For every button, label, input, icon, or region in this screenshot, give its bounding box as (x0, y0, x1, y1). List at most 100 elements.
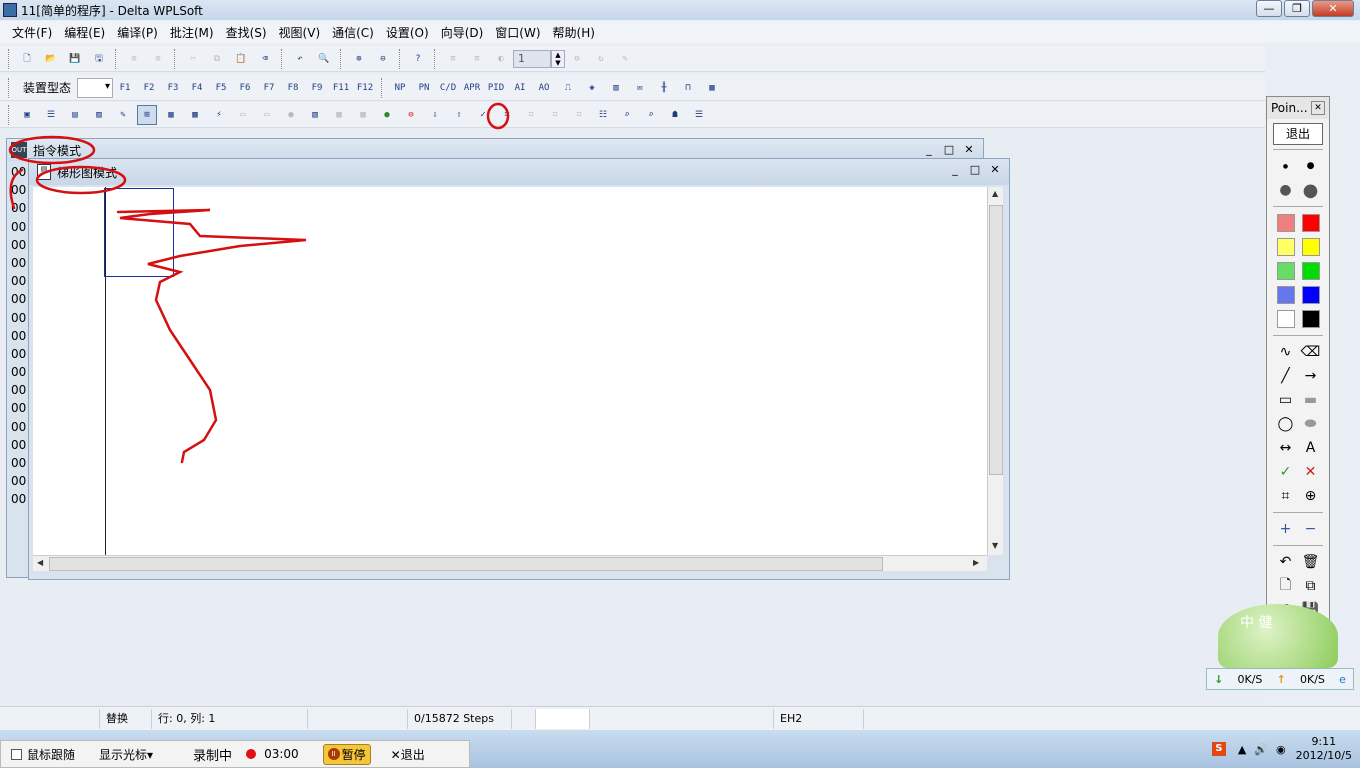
f9-button[interactable]: F9 (307, 78, 327, 98)
device-type-select[interactable] (77, 77, 114, 98)
monitor3-disabled-icon[interactable]: ⌗ (569, 105, 589, 125)
scroll-left-icon[interactable]: ◀ (37, 558, 43, 567)
toolbar-grip[interactable] (8, 104, 11, 125)
bulb-disabled-icon[interactable]: ● (281, 105, 301, 125)
menu-help[interactable]: 帮助(H) (547, 24, 601, 41)
monitor1-disabled-icon[interactable]: ⌗ (521, 105, 541, 125)
color-swatch[interactable] (1299, 211, 1323, 235)
pen-size-xlarge-icon[interactable]: ● (1299, 178, 1323, 202)
close-button[interactable]: ✕ (987, 162, 1003, 176)
search-replace-icon[interactable]: ⌕ (641, 105, 661, 125)
f4-contact-button[interactable]: F4 (187, 78, 207, 98)
wand-icon[interactable]: ⚡ (209, 105, 229, 125)
vertical-line-icon[interactable]: ╫ (654, 78, 674, 98)
pause-button[interactable]: II 暂停 (322, 743, 371, 765)
np-button[interactable]: NP (390, 78, 410, 98)
cd-button[interactable]: C/D (438, 78, 458, 98)
tray-clock[interactable]: 9:11 2012/10/5 (1296, 735, 1352, 763)
f7-coil-button[interactable]: F7 (259, 78, 279, 98)
maximize-button[interactable]: □ (941, 142, 957, 156)
step-input[interactable]: 1 (513, 49, 551, 68)
color-swatch[interactable] (1274, 283, 1298, 307)
qq-icon[interactable]: ◉ (1276, 743, 1286, 756)
comment-disabled-icon[interactable]: ▭ (233, 105, 253, 125)
paste-icon[interactable]: 📋 (231, 49, 251, 69)
monitor2-disabled-icon[interactable]: ⌗ (545, 105, 565, 125)
arrow-tool-icon[interactable]: → (1299, 364, 1323, 388)
filled-rectangle-icon[interactable]: ▬ (1299, 388, 1323, 412)
redo-disabled-icon[interactable]: ⊘ (148, 49, 168, 69)
zoom-in-icon[interactable]: ⊕ (349, 49, 369, 69)
menu-window[interactable]: 窗口(W) (489, 24, 546, 41)
f12-button[interactable]: F12 (355, 78, 375, 98)
sogou-ime-icon[interactable]: S (1211, 742, 1226, 756)
cut-icon[interactable]: ✂ (183, 49, 203, 69)
minimize-button[interactable]: _ (947, 162, 963, 176)
step-circle-icon[interactable]: ◐ (491, 49, 511, 69)
color-swatch[interactable] (1274, 235, 1298, 259)
vertical-scrollbar[interactable]: ▲ ▼ (987, 187, 1003, 555)
f5-contact-button[interactable]: F5 (211, 78, 231, 98)
color-swatch[interactable] (1299, 259, 1323, 283)
scroll-down-icon[interactable]: ▼ (992, 541, 998, 550)
exit-recorder-button[interactable]: ✕退出 (391, 746, 425, 763)
pen-size-small-icon[interactable]: ● (1274, 154, 1298, 178)
f1-contact-button[interactable]: F1 (115, 78, 135, 98)
ladder-window-titlebar[interactable]: ▤ 梯形图模式 _ □ ✕ (29, 159, 1009, 185)
diamond-icon[interactable]: ◈ (582, 78, 602, 98)
close-button[interactable]: ✕ (1312, 0, 1354, 17)
search-device-icon[interactable]: ⌕ (617, 105, 637, 125)
follow-mouse-checkbox[interactable] (11, 748, 22, 760)
stop-icon[interactable]: ⊖ (401, 105, 421, 125)
ladder-mode-window[interactable]: ▤ 梯形图模式 _ □ ✕ ▲ ▼ ◀ ▶ (28, 158, 1010, 580)
refresh-disabled-icon[interactable]: ↻ (591, 49, 611, 69)
double-arrow-icon[interactable]: ↔ (1274, 436, 1298, 460)
bars-icon[interactable]: ▦ (702, 78, 722, 98)
grid-icon[interactable]: ▥ (606, 78, 626, 98)
check-icon[interactable]: ✓ (473, 105, 493, 125)
filled-ellipse-icon[interactable]: ⬬ (1299, 412, 1323, 436)
ao-button[interactable]: AO (534, 78, 554, 98)
step-up-icon[interactable]: ≡ (443, 49, 463, 69)
close-button[interactable]: ✕ (961, 142, 977, 156)
minus-icon[interactable]: − (1299, 517, 1323, 541)
sfc-mode-icon[interactable]: ▤ (65, 105, 85, 125)
eraser-icon[interactable]: ⌫ (1299, 340, 1323, 364)
undo-icon[interactable]: ↶ (290, 49, 310, 69)
step-down-icon[interactable]: ≡ (467, 49, 487, 69)
new-file-icon[interactable]: 🗋 (17, 49, 37, 69)
upload-icon[interactable]: ⇧ (449, 105, 469, 125)
ladder-canvas[interactable] (33, 187, 987, 555)
show-cursor-dropdown[interactable]: 显示光标▾ (99, 746, 153, 763)
download-icon[interactable]: ⇩ (425, 105, 445, 125)
undo-icon[interactable]: ↶ (1274, 550, 1298, 574)
rectangle-tool-icon[interactable]: ▭ (1274, 388, 1298, 412)
minimize-button[interactable]: _ (921, 142, 937, 156)
menu-view[interactable]: 视图(V) (273, 24, 327, 41)
menu-compile[interactable]: 编译(P) (111, 24, 164, 41)
menu-communication[interactable]: 通信(C) (326, 24, 380, 41)
scroll-right-icon[interactable]: ▶ (973, 558, 979, 567)
line-tool-icon[interactable]: ╱ (1274, 364, 1298, 388)
f2-contact-button[interactable]: F2 (139, 78, 159, 98)
maximize-button[interactable]: □ (967, 162, 983, 176)
ellipse-tool-icon[interactable]: ◯ (1274, 412, 1298, 436)
pen-size-medium-icon[interactable]: ● (1299, 154, 1323, 178)
check-mark-icon[interactable]: ✓ (1274, 460, 1298, 484)
pid-button[interactable]: PID (486, 78, 506, 98)
menu-file[interactable]: 文件(F) (6, 24, 58, 41)
text-tool-icon[interactable]: A (1299, 436, 1323, 460)
color-swatch[interactable] (1274, 211, 1298, 235)
comment-table-icon[interactable]: ▩ (185, 105, 205, 125)
pn-button[interactable]: PN (414, 78, 434, 98)
scroll-up-icon[interactable]: ▲ (992, 189, 998, 198)
save-icon[interactable]: 💾 (65, 49, 85, 69)
apr-button[interactable]: APR (462, 78, 482, 98)
eraser-icon[interactable]: ⌫ (255, 49, 275, 69)
vertical-scroll-thumb[interactable] (989, 205, 1003, 475)
color-swatch[interactable] (1299, 235, 1323, 259)
instruction-mode-icon[interactable]: ☰ (41, 105, 61, 125)
ai-button[interactable]: AI (510, 78, 530, 98)
open-file-icon[interactable]: 📂 (41, 49, 61, 69)
pointer-exit-button[interactable]: 退出 (1273, 123, 1323, 145)
